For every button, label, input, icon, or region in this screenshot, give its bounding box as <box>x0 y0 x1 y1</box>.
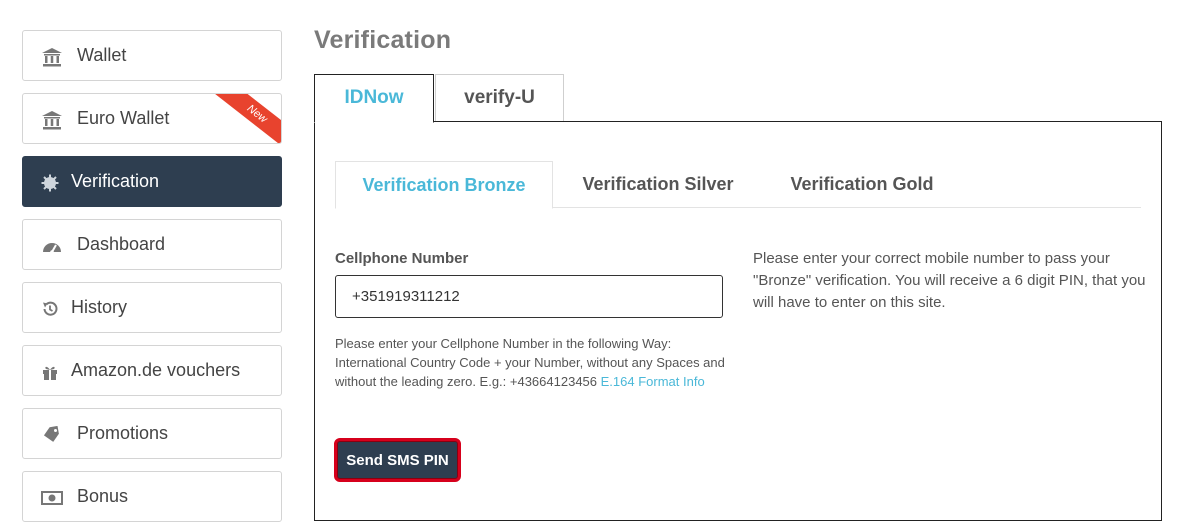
tab-idnow[interactable]: IDNow <box>314 74 434 123</box>
money-icon <box>41 488 63 508</box>
cellphone-input[interactable] <box>335 275 723 318</box>
history-icon <box>39 299 61 319</box>
sidebar-item-label: Bonus <box>77 486 129 506</box>
tab-verification-silver[interactable]: Verification Silver <box>566 161 750 208</box>
sidebar-item-label: Dashboard <box>77 234 166 254</box>
new-badge: New <box>211 94 281 143</box>
tab-verify-u[interactable]: verify-U <box>435 74 564 122</box>
tab-verification-gold[interactable]: Verification Gold <box>776 161 948 208</box>
sidebar-item-label: Amazon.de vouchers <box>71 360 241 380</box>
dashboard-icon <box>41 236 63 256</box>
gear-icon <box>39 173 61 193</box>
tag-icon <box>41 425 63 445</box>
sidebar-item-euro-wallet[interactable]: Euro Wallet New <box>22 93 282 144</box>
send-sms-pin-button[interactable]: Send SMS PIN <box>334 438 461 482</box>
sidebar-item-label: Verification <box>71 171 160 191</box>
sidebar-item-label: History <box>71 297 128 317</box>
sidebar-item-label: Euro Wallet <box>77 108 170 128</box>
cellphone-label: Cellphone Number <box>335 250 469 267</box>
sidebar-item-label: Promotions <box>77 423 169 443</box>
sidebar-item-wallet[interactable]: Wallet <box>22 30 282 81</box>
bank-icon <box>41 47 63 67</box>
bank-icon <box>41 110 63 130</box>
cellphone-help-text: Please enter your Cellphone Number in th… <box>335 334 725 391</box>
sidebar-item-bonus[interactable]: Bonus <box>22 471 282 522</box>
bronze-info-text: Please enter your correct mobile number … <box>753 250 1146 311</box>
sidebar-item-amazon-vouchers[interactable]: Amazon.de vouchers <box>22 345 282 396</box>
sidebar-item-history[interactable]: History <box>22 282 282 333</box>
sidebar-item-promotions[interactable]: Promotions <box>22 408 282 459</box>
sidebar-item-dashboard[interactable]: Dashboard <box>22 219 282 270</box>
tab-verification-bronze[interactable]: Verification Bronze <box>335 161 553 209</box>
e164-format-info-link[interactable]: E.164 Format Info <box>601 374 705 389</box>
sidebar-item-label: Wallet <box>77 45 127 65</box>
gift-icon <box>39 362 61 382</box>
page-title: Verification <box>314 26 452 54</box>
sidebar-item-verification[interactable]: Verification <box>22 156 282 207</box>
